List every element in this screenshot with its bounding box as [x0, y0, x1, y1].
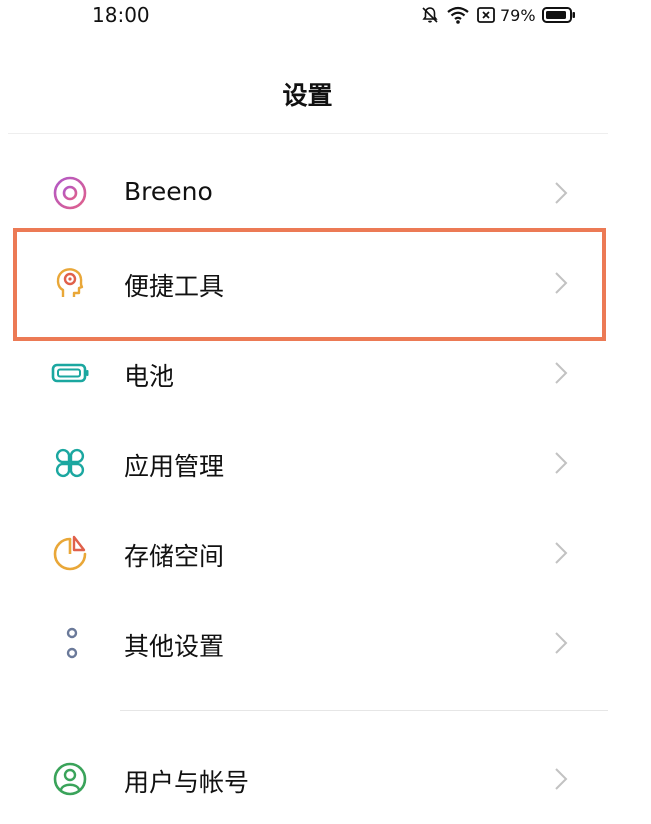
chevron-right-icon — [550, 541, 572, 565]
settings-item-storage[interactable]: 存储空间 — [0, 508, 615, 598]
group-divider — [120, 710, 608, 711]
other-settings-icon — [50, 623, 90, 663]
settings-item-label: Breeno — [124, 177, 213, 206]
breeno-icon — [50, 173, 90, 213]
app-management-icon — [50, 443, 90, 483]
battery-icon — [541, 6, 576, 24]
status-icons: 79% — [420, 4, 576, 26]
settings-item-label: 其他设置 — [124, 632, 225, 661]
settings-item-app-management[interactable]: 应用管理 — [0, 418, 615, 508]
wifi-icon — [446, 5, 470, 25]
status-time: 18:00 — [92, 3, 150, 27]
status-bar: 18:00 79% — [0, 0, 651, 30]
battery-setting-icon — [50, 353, 90, 393]
chevron-right-icon — [550, 451, 572, 475]
settings-item-other-settings[interactable]: 其他设置 — [0, 598, 615, 688]
settings-item-label: 应用管理 — [124, 452, 225, 481]
settings-item-breeno[interactable]: Breeno — [0, 148, 615, 238]
settings-item-label: 存储空间 — [124, 542, 225, 571]
title-divider — [8, 133, 608, 134]
settings-item-label: 用户与帐号 — [124, 768, 250, 797]
chevron-right-icon — [550, 181, 572, 205]
highlight-box — [13, 228, 606, 341]
settings-item-label: 电池 — [124, 362, 175, 391]
chevron-right-icon — [550, 631, 572, 655]
page-title: 设置 — [282, 81, 333, 110]
user-account-icon — [50, 759, 90, 799]
storage-icon — [50, 533, 90, 573]
chevron-right-icon — [550, 361, 572, 385]
chevron-right-icon — [550, 767, 572, 791]
battery-percent: 79% — [500, 5, 536, 25]
sim-no-signal-icon — [476, 5, 496, 25]
settings-item-battery[interactable]: 电池 — [0, 328, 615, 418]
bell-off-icon — [420, 5, 440, 25]
settings-item-user-account[interactable]: 用户与帐号 — [0, 734, 615, 824]
